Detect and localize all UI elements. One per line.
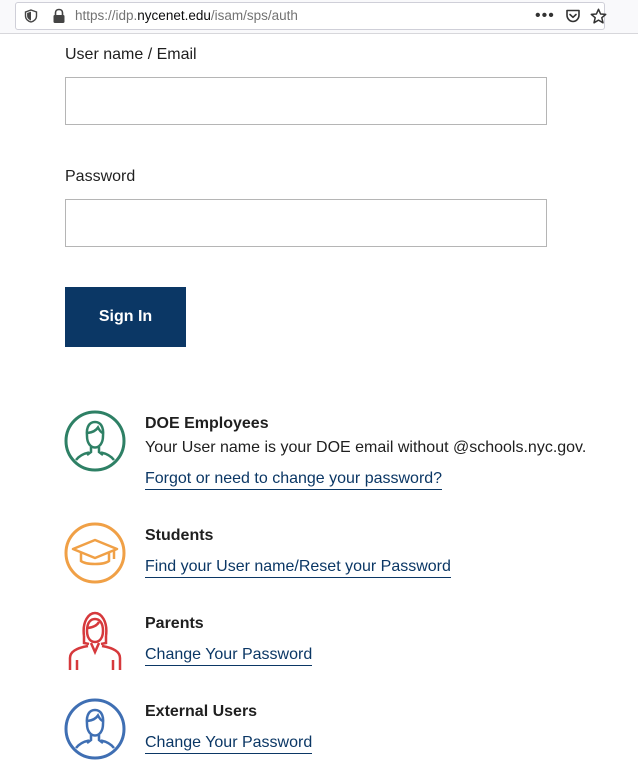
- doe-employees-description: Your User name is your DOE email without…: [145, 439, 587, 456]
- external-users-title: External Users: [145, 703, 258, 720]
- parent-icon: [68, 611, 122, 670]
- tracking-protection-shield-icon[interactable]: [24, 9, 38, 23]
- doe-employees-section: DOE Employees Your User name is your DOE…: [64, 410, 624, 492]
- password-label: Password: [65, 168, 136, 185]
- url-path: /isam/sps/auth: [210, 8, 298, 23]
- parents-title: Parents: [145, 615, 204, 632]
- external-users-change-password-link[interactable]: Change Your Password: [145, 734, 313, 754]
- external-user-icon: [64, 698, 126, 760]
- username-input[interactable]: [65, 77, 547, 125]
- username-label: User name / Email: [65, 46, 197, 63]
- students-title: Students: [145, 527, 214, 544]
- pocket-icon[interactable]: [565, 8, 581, 24]
- password-input[interactable]: [65, 199, 547, 247]
- address-bar[interactable]: https://idp.nycenet.edu/isam/sps/auth ••…: [15, 2, 607, 30]
- students-section: Students Find your User name/Reset your …: [64, 522, 624, 584]
- bookmark-star-icon[interactable]: [590, 8, 607, 25]
- external-users-section: External Users Change Your Password: [64, 698, 624, 760]
- parents-section: Parents Change Your Password: [64, 610, 624, 672]
- browser-toolbar: https://idp.nycenet.edu/isam/sps/auth ••…: [0, 0, 638, 34]
- parents-change-password-link[interactable]: Change Your Password: [145, 646, 313, 666]
- url-domain: nycenet.edu: [137, 8, 211, 23]
- employee-icon: [64, 410, 126, 472]
- url-text[interactable]: https://idp.nycenet.edu/isam/sps/auth: [75, 8, 298, 23]
- students-reset-password-link[interactable]: Find your User name/Reset your Password: [145, 558, 451, 578]
- lock-icon[interactable]: [52, 8, 66, 24]
- sign-in-button[interactable]: Sign In: [65, 287, 186, 347]
- doe-employees-title: DOE Employees: [145, 415, 269, 432]
- graduation-cap-icon: [64, 522, 126, 584]
- doe-forgot-password-link[interactable]: Forgot or need to change your password?: [145, 470, 443, 490]
- page-actions-menu-icon[interactable]: •••: [535, 7, 555, 25]
- url-prefix: https://idp.: [75, 8, 138, 23]
